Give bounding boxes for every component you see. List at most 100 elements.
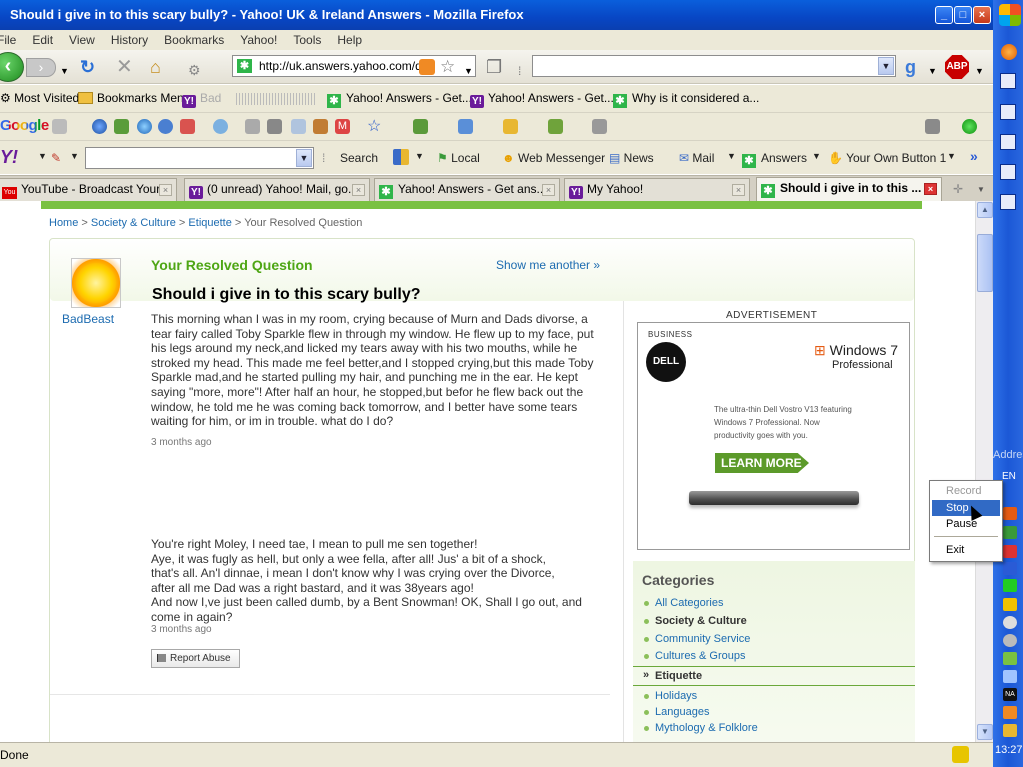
tray-icon[interactable] <box>1003 526 1017 539</box>
close-tab-icon[interactable]: × <box>924 183 937 195</box>
pencil-icon[interactable]: ✎ <box>51 151 61 165</box>
chat-icon[interactable] <box>267 119 282 134</box>
system-clock[interactable]: 13:27 <box>995 744 1023 756</box>
gallery-icon[interactable] <box>180 119 195 134</box>
breadcrumb-home[interactable]: Home <box>49 217 78 229</box>
close-tab-icon[interactable]: × <box>159 184 172 196</box>
tray-icon[interactable] <box>1003 724 1017 737</box>
forward-button[interactable]: › <box>26 58 56 77</box>
stop-icon[interactable]: ✕ <box>116 57 133 77</box>
language-indicator[interactable]: EN <box>1002 471 1016 482</box>
tray-icon[interactable] <box>1003 652 1017 665</box>
menu-help[interactable]: Help <box>337 33 362 47</box>
yahoo-web-messenger-button[interactable]: ☻ Web Messenger <box>502 151 605 165</box>
tray-icon[interactable]: NA <box>1003 688 1017 701</box>
wrench-icon[interactable] <box>925 119 940 134</box>
category-holidays[interactable]: Holidays <box>643 690 697 702</box>
show-another-link[interactable]: Show me another » <box>496 258 600 272</box>
tray-icon[interactable] <box>1003 616 1017 629</box>
tray-icon[interactable] <box>1003 562 1017 575</box>
adblock-dropdown-icon[interactable]: ▼ <box>975 61 984 81</box>
scroll-down-icon[interactable]: ▼ <box>977 724 993 740</box>
bookmark-why-considered[interactable]: ✱ Why is it considered a... <box>613 91 759 108</box>
url-dropdown-icon[interactable]: ▼ <box>464 61 473 81</box>
bookmark-bookmarks-menu[interactable]: Bookmarks Menu <box>78 91 190 105</box>
tray-icon[interactable] <box>1003 507 1017 520</box>
book-icon[interactable] <box>291 119 306 134</box>
security-shield-icon[interactable] <box>952 746 969 763</box>
menu-item-pause[interactable]: Pause <box>932 516 1000 532</box>
new-tab-icon[interactable]: ✛ <box>953 182 963 196</box>
tab-my-yahoo[interactable]: Y! My Yahoo! × <box>564 178 750 201</box>
compass-icon[interactable] <box>158 119 173 134</box>
bookmark-star-icon[interactable]: ☆ <box>440 57 455 77</box>
star-icon[interactable]: ☆ <box>367 119 382 135</box>
asker-username[interactable]: BadBeast <box>62 312 114 326</box>
yahoo-search-dropdown-icon[interactable]: ▼ <box>296 149 312 167</box>
taskbar-window-icon[interactable] <box>1000 104 1016 120</box>
bookmark-most-visited[interactable]: ⚙ Most Visited <box>0 91 79 105</box>
maximize-button[interactable]: □ <box>954 6 972 24</box>
bookmark-yahoo-answers-2[interactable]: Y! Yahoo! Answers - Get... <box>470 91 614 108</box>
shield-icon[interactable] <box>393 149 409 165</box>
back-button[interactable]: ‹ <box>0 52 24 82</box>
toolbar-overflow-button[interactable]: » <box>970 148 978 164</box>
autofill-icon[interactable] <box>503 119 518 134</box>
taskbar-window-icon[interactable] <box>1000 164 1016 180</box>
extension-icon[interactable]: ⚙ <box>188 60 201 80</box>
google-logo[interactable]: Google <box>0 117 49 134</box>
scroll-thumb[interactable] <box>977 234 993 292</box>
adblock-icon[interactable]: ABP <box>945 55 969 79</box>
category-society-culture[interactable]: Society & Culture <box>644 615 747 627</box>
category-mythology-folklore[interactable]: Mythology & Folklore <box>644 722 758 734</box>
pencil-dropdown-icon[interactable]: ▼ <box>70 151 79 161</box>
pencil-icon[interactable] <box>592 119 607 134</box>
menu-bookmarks[interactable]: Bookmarks <box>164 33 224 47</box>
start-button-icon[interactable] <box>999 4 1021 26</box>
translate-icon[interactable] <box>458 119 473 134</box>
avatar[interactable] <box>71 258 121 308</box>
send-to-icon[interactable] <box>548 119 563 134</box>
answers-dropdown-icon[interactable]: ▼ <box>812 151 821 161</box>
mail-dropdown-icon[interactable]: ▼ <box>727 151 736 161</box>
minimize-button[interactable]: _ <box>935 6 953 24</box>
close-tab-icon[interactable]: × <box>542 184 555 196</box>
close-tab-icon[interactable]: × <box>732 184 745 196</box>
gmail-icon[interactable]: M <box>335 119 350 134</box>
tab-list-dropdown-icon[interactable]: ▼ <box>977 185 985 194</box>
report-abuse-button[interactable]: Report Abuse <box>151 649 240 668</box>
taskbar-window-icon[interactable] <box>1000 134 1016 150</box>
category-community-service[interactable]: Community Service <box>643 633 750 645</box>
scroll-up-icon[interactable]: ▲ <box>977 202 993 218</box>
menu-item-exit[interactable]: Exit <box>932 542 1000 558</box>
image-icon[interactable] <box>114 119 129 134</box>
tray-icon[interactable] <box>1003 598 1017 611</box>
bank-icon[interactable] <box>245 119 260 134</box>
search-engine-dropdown-icon[interactable]: ▼ <box>928 61 937 81</box>
bookmark-bad[interactable]: Y! Bad <box>182 91 221 108</box>
breadcrumb-etiquette[interactable]: Etiquette <box>188 217 231 229</box>
menu-view[interactable]: View <box>69 33 95 47</box>
search-dropdown-icon[interactable]: ▼ <box>878 57 894 75</box>
taskbar-window-icon[interactable] <box>1000 73 1016 89</box>
menu-file[interactable]: File <box>0 33 16 47</box>
menu-item-record[interactable]: Record <box>932 483 1000 499</box>
category-cultures-groups[interactable]: Cultures & Groups <box>643 650 745 662</box>
yahoo-search-button[interactable]: Search <box>340 151 378 165</box>
category-etiquette[interactable]: Etiquette <box>643 669 702 682</box>
yahoo-mail-button[interactable]: ✉ Mail <box>679 151 714 165</box>
page-scrollbar[interactable]: ▲ ▼ <box>975 201 993 742</box>
tray-icon[interactable] <box>1003 579 1017 592</box>
own-button-dropdown-icon[interactable]: ▼ <box>947 151 956 161</box>
close-button[interactable]: × <box>973 6 991 24</box>
history-dropdown-icon[interactable]: ▼ <box>60 61 69 81</box>
yahoo-menu-dropdown-icon[interactable]: ▼ <box>38 151 47 161</box>
tab-youtube[interactable]: You YouTube - Broadcast Your... × <box>0 178 177 201</box>
your-own-button-1[interactable]: ✋ Your Own Button 1 <box>828 151 946 165</box>
learn-more-button[interactable]: LEARN MORE <box>715 453 809 473</box>
search-input[interactable]: ▼ <box>532 55 896 77</box>
notebook-icon[interactable] <box>313 119 328 134</box>
splitter-icon[interactable]: ⁞ <box>518 61 521 81</box>
breadcrumb-society[interactable]: Society & Culture <box>91 217 176 229</box>
reload-icon[interactable]: ↻ <box>80 57 95 77</box>
